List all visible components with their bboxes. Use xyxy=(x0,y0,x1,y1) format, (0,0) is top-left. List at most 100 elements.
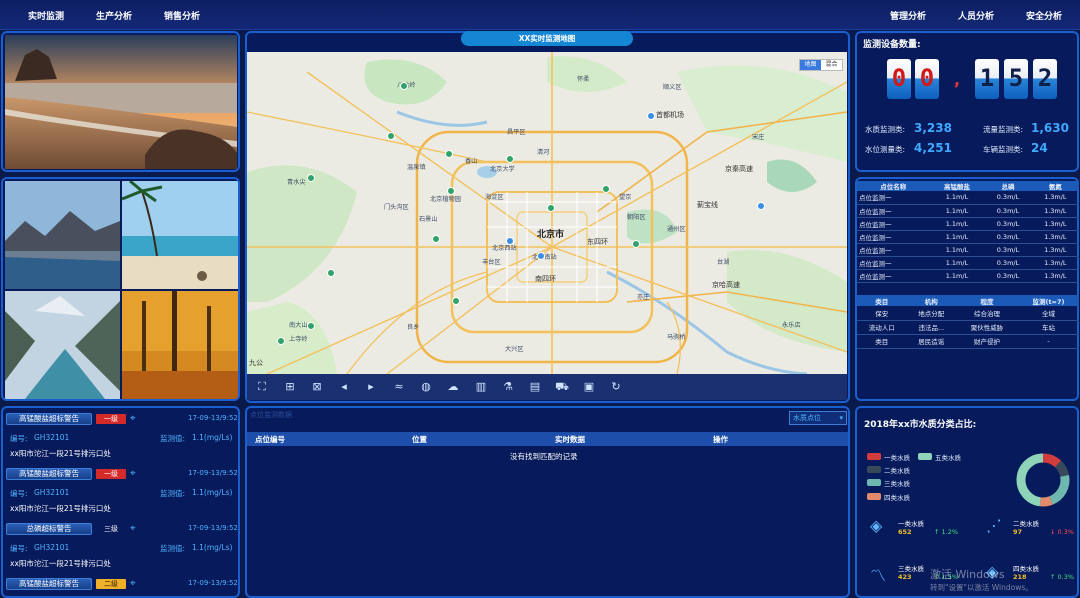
map-park-pin-icon[interactable] xyxy=(400,82,408,90)
map-park-pin-icon[interactable] xyxy=(307,174,315,182)
table-cell: 类目 xyxy=(857,334,907,349)
alert-value-label: 监测值: xyxy=(160,434,186,443)
truck-icon[interactable]: ⛟ xyxy=(555,380,569,394)
records-empty-message: 没有找到匹配的记录 xyxy=(510,452,578,461)
map-park-pin-icon[interactable] xyxy=(445,150,453,158)
beach-photo-panel xyxy=(1,31,240,172)
table-cell: 保安 xyxy=(857,306,907,321)
counter-digit: 0 xyxy=(915,59,939,99)
table-cell: 点位监测一 xyxy=(857,191,930,205)
chart-icon[interactable]: ▤ xyxy=(528,380,542,394)
map-park-pin-icon[interactable] xyxy=(307,322,315,330)
nav-sales[interactable]: 销售分析 xyxy=(164,9,200,22)
table-cell: 地点分配 xyxy=(906,306,957,321)
table-cell: 点位监测一 xyxy=(857,204,930,218)
alert-title-button[interactable]: 总磷超标警告 xyxy=(6,523,92,535)
building-icon[interactable]: ▥ xyxy=(474,380,488,394)
chevron-down-icon: ▾ xyxy=(839,414,843,422)
expand-icon[interactable]: ⊞ xyxy=(283,380,297,394)
map-type-map-option[interactable]: 地图 xyxy=(800,60,821,70)
table-row[interactable]: 类目 居民造谣 财产侵护 - xyxy=(857,334,1079,349)
table-row[interactable]: 点位监测一 1.1m/L 0.3m/L 1.3m/L xyxy=(857,204,1079,218)
table-row[interactable]: 点位监测一 1.1m/L 0.3m/L 1.3m/L xyxy=(857,243,1079,257)
top-nav-bar: 实时监测 生产分析 销售分析 管理分析 人员分析 安全分析 xyxy=(0,0,1080,30)
nav-personnel[interactable]: 人员分析 xyxy=(958,9,994,22)
map-park-pin-icon[interactable] xyxy=(447,187,455,195)
fullscreen-icon[interactable]: ⛶ xyxy=(255,380,269,394)
table-cell: 违法品... xyxy=(906,320,957,335)
table-cell: 1.3m/L xyxy=(1031,243,1079,257)
forward-icon[interactable]: ▸ xyxy=(364,380,378,394)
records-header: 点位编号 xyxy=(255,435,285,444)
map-canvas[interactable]: 北京市 东四环 南四环 首都机场 京秦高速 京哈高速 蓟宝线 顺义区 门头沟区 … xyxy=(247,52,847,374)
alert-code: GH32101 xyxy=(34,488,70,497)
quality-stat-value: 423 xyxy=(898,573,912,581)
alert-title-button[interactable]: 高锰酸盐超标警告 xyxy=(6,468,92,480)
quality-stat-change: ↑ 0.3% xyxy=(1050,573,1075,581)
point-table-header: 点位名称 xyxy=(857,181,930,191)
stat-label: 车辆监测类: xyxy=(983,145,1024,154)
refresh-icon[interactable]: ↻ xyxy=(609,380,623,394)
map-type-hybrid-option[interactable]: 混合 xyxy=(821,60,842,70)
table-row[interactable]: 流动人口 违法品... 聚伙性威胁 车站 xyxy=(857,320,1079,335)
table-cell: 点位监测一 xyxy=(857,243,930,257)
chat-icon[interactable]: ☁ xyxy=(446,380,460,394)
nav-safety[interactable]: 安全分析 xyxy=(1026,9,1062,22)
stat-label: 水质监测类: xyxy=(865,125,906,134)
map-park-pin-icon[interactable] xyxy=(506,155,514,163)
map-park-pin-icon[interactable] xyxy=(327,269,335,277)
stat-label: 水位测量类: xyxy=(865,145,906,154)
map-park-pin-icon[interactable] xyxy=(277,337,285,345)
map-park-pin-icon[interactable] xyxy=(632,240,640,248)
map-poi-pin-icon[interactable] xyxy=(506,237,514,245)
nav-production[interactable]: 生产分析 xyxy=(96,9,132,22)
map-label: 昌平区 xyxy=(507,129,526,136)
nav-realtime[interactable]: 实时监测 xyxy=(28,9,64,22)
category-table-header: 程度 xyxy=(956,295,1018,306)
map-label: 门头沟区 xyxy=(384,204,409,211)
table-row[interactable]: 点位监测一 1.1m/L 0.3m/L 1.3m/L xyxy=(857,256,1079,270)
map-park-pin-icon[interactable] xyxy=(547,204,555,212)
quality-stat-change: ↑ 1.2% xyxy=(934,528,959,536)
nav-management[interactable]: 管理分析 xyxy=(890,9,926,22)
table-cell: 综合治理 xyxy=(956,306,1018,321)
map-poi-pin-icon[interactable] xyxy=(537,252,545,260)
donut-slice xyxy=(1039,496,1053,507)
map-park-pin-icon[interactable] xyxy=(387,132,395,140)
table-row[interactable]: 点位监测一 1.1m/L 0.3m/L 1.3m/L xyxy=(857,230,1079,244)
flask-icon[interactable]: ⚗ xyxy=(501,380,515,394)
globe-icon[interactable]: ◍ xyxy=(419,380,433,394)
table-cell: 流动人口 xyxy=(857,320,907,335)
alert-title-button[interactable]: 高锰酸盐超标警告 xyxy=(6,578,92,590)
records-select[interactable]: 水质点位 ▾ xyxy=(789,411,847,425)
map-park-pin-icon[interactable] xyxy=(432,235,440,243)
map-poi-pin-icon[interactable] xyxy=(757,202,765,210)
map-park-pin-icon[interactable] xyxy=(452,297,460,305)
alert-code: GH32101 xyxy=(34,433,70,442)
legend-label: 四类水质 xyxy=(884,494,910,502)
table-row[interactable]: 点位监测一 1.1m/L 0.3m/L 1.3m/L xyxy=(857,269,1079,283)
water-icon[interactable]: ≈ xyxy=(392,380,406,394)
stat-value: 1,630 xyxy=(1031,121,1069,135)
legend-label: 三类水质 xyxy=(884,480,910,488)
table-row[interactable]: 点位监测一 1.1m/L 0.3m/L 1.3m/L xyxy=(857,191,1079,205)
table-cell: 全域 xyxy=(1017,306,1079,321)
table-row[interactable]: 点位监测一 1.1m/L 0.3m/L 1.3m/L xyxy=(857,217,1079,231)
alert-code-label: 编号: xyxy=(10,434,28,443)
map-label: 北京大学 xyxy=(490,166,515,173)
map-poi-pin-icon[interactable] xyxy=(647,112,655,120)
alert-time: 17-09-13/9:52 xyxy=(188,579,238,587)
table-cell: 财产侵护 xyxy=(956,334,1018,349)
table-cell: - xyxy=(1017,334,1079,349)
alert-title-button[interactable]: 高锰酸盐超标警告 xyxy=(6,413,92,425)
map-type-toggle[interactable]: 地图 混合 xyxy=(799,59,843,71)
device-count-title: 监测设备数量: xyxy=(863,40,921,50)
network-icon: ⋰ xyxy=(986,516,1002,535)
map-park-pin-icon[interactable] xyxy=(602,185,610,193)
legend-label: 五类水质 xyxy=(935,454,961,462)
table-row[interactable]: 保安 地点分配 综合治理 全域 xyxy=(857,306,1079,321)
alert-code: GH32101 xyxy=(34,543,70,552)
collapse-icon[interactable]: ⊠ xyxy=(310,380,324,394)
window-icon[interactable]: ▣ xyxy=(582,380,596,394)
rewind-icon[interactable]: ◂ xyxy=(337,380,351,394)
